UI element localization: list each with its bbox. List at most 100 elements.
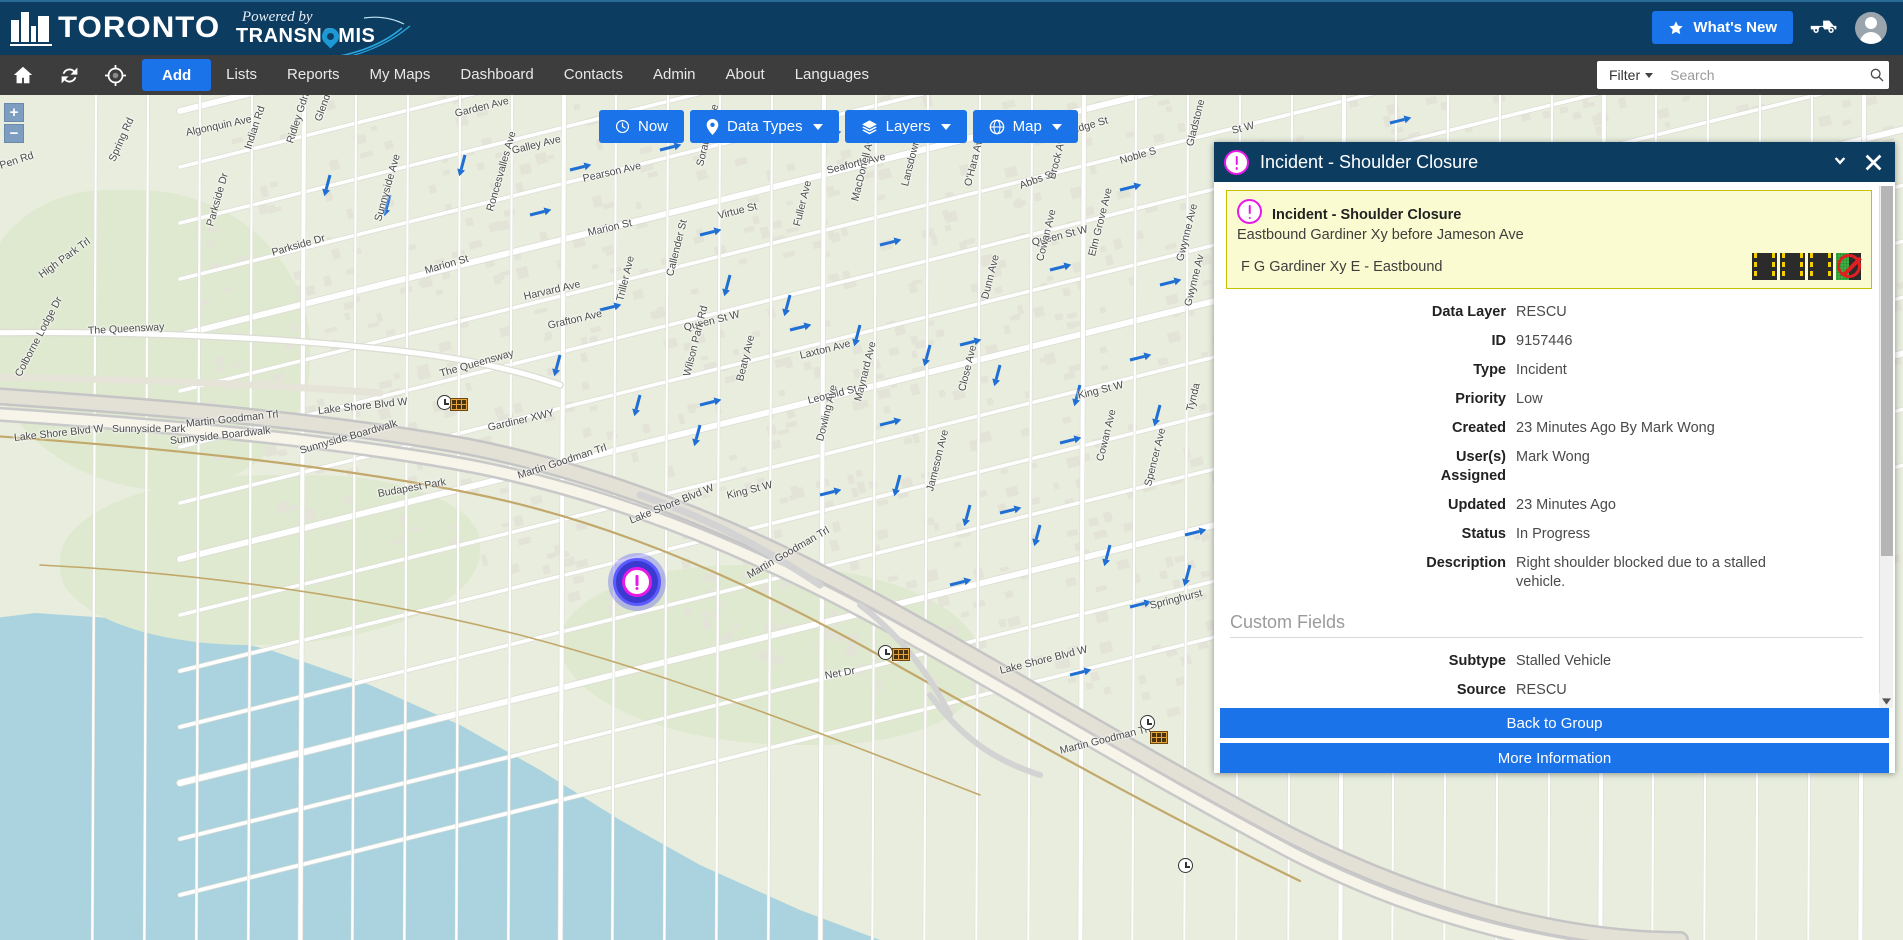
incident-exclamation-icon <box>1237 199 1262 224</box>
field-row: Created 23 Minutes Ago By Mark Wong <box>1220 419 1875 438</box>
truck-icon[interactable] <box>1809 15 1839 40</box>
filter-dropdown[interactable]: Filter <box>1597 67 1662 83</box>
camera-marker[interactable] <box>878 645 893 660</box>
toronto-skyline-icon <box>10 10 52 46</box>
street-label: Sunnyside Park <box>112 423 186 435</box>
panel-scroll-down-button[interactable] <box>1879 693 1893 708</box>
incident-custom-fields: SubtypeStalled VehicleSourceRESCUVehicle… <box>1220 652 1875 708</box>
field-value: In Progress <box>1506 525 1590 544</box>
panel-header: Incident - Shoulder Closure <box>1214 142 1895 182</box>
filter-label: Filter <box>1609 67 1640 83</box>
field-row: Status In Progress <box>1220 525 1875 544</box>
field-row: Subtype Stalled Vehicle <box>1220 652 1875 671</box>
panel-scrollbar-thumb[interactable] <box>1881 186 1893 556</box>
field-label: Data Layer <box>1220 303 1506 322</box>
nav-link-reports[interactable]: Reports <box>272 55 355 95</box>
data-types-label: Data Types <box>727 118 803 135</box>
sign-icon <box>450 398 468 411</box>
panel-scrollbar[interactable] <box>1879 186 1893 702</box>
nav-link-contacts[interactable]: Contacts <box>549 55 638 95</box>
refresh-icon[interactable] <box>46 55 92 95</box>
whats-new-button[interactable]: What's New <box>1652 11 1793 44</box>
lane-shoulder-closed <box>1836 253 1861 280</box>
search-bar: Filter <box>1597 61 1889 89</box>
add-button[interactable]: Add <box>142 59 211 91</box>
chevron-down-icon <box>813 124 823 130</box>
incident-marker[interactable] <box>613 558 661 606</box>
incident-fields: Data Layer RESCU ID 9157446 Type Incident Prio… <box>1220 303 1875 592</box>
vms-sign-marker[interactable] <box>450 398 468 411</box>
nav-link-about[interactable]: About <box>711 55 780 95</box>
nav-link-languages[interactable]: Languages <box>780 55 884 95</box>
camera-marker[interactable] <box>1140 715 1155 730</box>
incident-summary-alert: Incident - Shoulder Closure Eastbound Ga… <box>1226 190 1872 289</box>
main-navigation: Add Lists Reports My Maps Dashboard Cont… <box>0 55 1903 95</box>
field-row: Type Incident <box>1220 361 1875 380</box>
field-label: Priority <box>1220 390 1506 409</box>
panel-body[interactable]: Incident - Shoulder Closure Eastbound Ga… <box>1214 182 1895 708</box>
field-value: Stalled Vehicle <box>1506 652 1611 671</box>
back-to-group-button[interactable]: Back to Group <box>1220 708 1889 738</box>
field-row: Data Layer RESCU <box>1220 303 1875 322</box>
sign-icon <box>892 648 910 661</box>
field-value: Incident <box>1506 361 1567 380</box>
more-information-button[interactable]: More Information <box>1220 743 1889 773</box>
user-avatar[interactable] <box>1855 12 1887 44</box>
now-button[interactable]: Now <box>599 110 684 143</box>
search-icon[interactable] <box>1859 67 1895 83</box>
nav-link-lists[interactable]: Lists <box>211 55 272 95</box>
camera-marker[interactable] <box>1178 858 1193 873</box>
incident-exclamation-icon <box>1224 150 1249 175</box>
panel-footer: Back to Group More Information <box>1214 708 1895 773</box>
toronto-logo[interactable]: TORONTO <box>0 10 214 46</box>
alert-title-type: Incident <box>1272 207 1328 223</box>
vms-sign-marker[interactable] <box>892 648 910 661</box>
alert-title-subtype: - Shoulder Closure <box>1328 207 1462 223</box>
field-value: RESCU <box>1506 681 1567 700</box>
incident-exclamation-icon <box>622 567 652 597</box>
nav-link-admin[interactable]: Admin <box>638 55 711 95</box>
alert-title: Incident - Shoulder Closure <box>1272 207 1461 224</box>
clock-icon <box>1140 715 1155 730</box>
nav-link-my-maps[interactable]: My Maps <box>355 55 446 95</box>
field-label: Source <box>1220 681 1506 700</box>
field-value: Right shoulder blocked due to a stalled … <box>1506 554 1778 592</box>
custom-fields-heading: Custom Fields <box>1230 612 1863 638</box>
field-row: User(s) Assigned Mark Wong <box>1220 448 1875 486</box>
map-label: Map <box>1013 118 1042 135</box>
layers-icon <box>861 119 878 135</box>
chevron-down-icon <box>1052 124 1062 130</box>
now-label: Now <box>638 118 668 135</box>
field-label: User(s) Assigned <box>1220 448 1506 486</box>
field-label: ID <box>1220 332 1506 351</box>
lane-open <box>1752 253 1777 280</box>
field-value: 23 Minutes Ago By Mark Wong <box>1506 419 1715 438</box>
chevron-down-icon <box>941 124 951 130</box>
field-label: Updated <box>1220 496 1506 515</box>
toronto-wordmark: TORONTO <box>58 11 220 45</box>
lane-open <box>1780 253 1805 280</box>
globe-icon <box>989 119 1005 135</box>
star-icon <box>1668 20 1684 36</box>
zoom-in-button[interactable]: + <box>4 103 24 122</box>
layers-button[interactable]: Layers <box>845 110 967 143</box>
vms-sign-marker[interactable] <box>1150 731 1168 744</box>
field-label: Description <box>1220 554 1506 592</box>
zoom-out-button[interactable]: − <box>4 124 24 143</box>
home-icon[interactable] <box>0 55 46 95</box>
close-panel-button[interactable] <box>1864 153 1883 172</box>
locate-icon[interactable] <box>92 55 138 95</box>
map-zoom-controls[interactable]: + − <box>4 103 24 143</box>
lane-diagram <box>1752 253 1861 280</box>
field-value: Low <box>1506 390 1543 409</box>
incident-detail-panel: Incident - Shoulder Closure Incident - S… <box>1214 142 1895 773</box>
map-button[interactable]: Map <box>973 110 1078 143</box>
field-row: ID 9157446 <box>1220 332 1875 351</box>
nav-link-dashboard[interactable]: Dashboard <box>445 55 548 95</box>
clock-icon <box>878 645 893 660</box>
panel-title: Incident - Shoulder Closure <box>1260 152 1478 173</box>
collapse-panel-button[interactable] <box>1830 154 1850 170</box>
search-input[interactable] <box>1662 67 1859 83</box>
data-types-button[interactable]: Data Types <box>690 110 839 143</box>
alert-road-name: F G Gardiner Xy E - Eastbound <box>1237 259 1442 275</box>
